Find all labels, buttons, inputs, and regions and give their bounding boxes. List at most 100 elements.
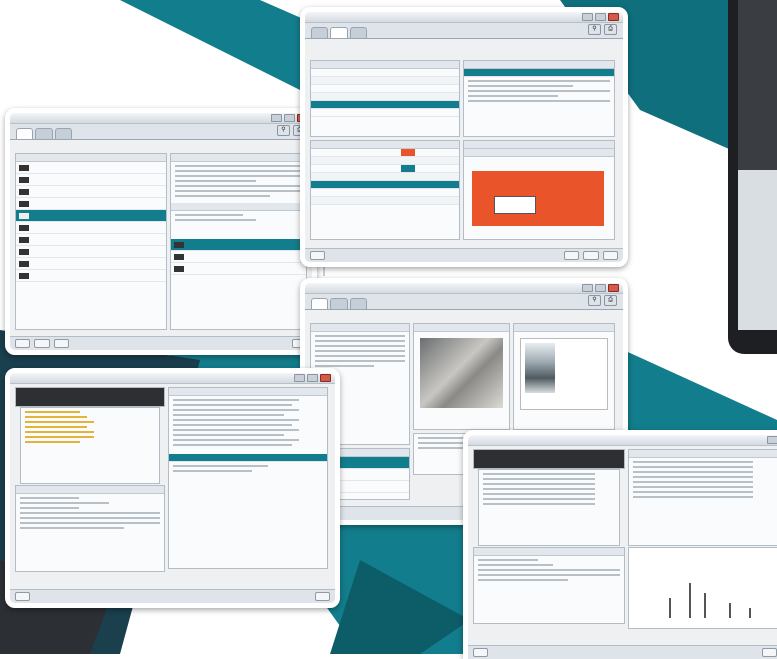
list-item[interactable]	[16, 186, 166, 198]
table-row-selected[interactable]	[464, 69, 614, 77]
table-row[interactable]	[311, 173, 459, 181]
list-item[interactable]	[16, 246, 166, 258]
color-map-panel	[463, 140, 615, 240]
footer-button[interactable]	[314, 592, 330, 601]
table-row[interactable]	[311, 85, 459, 93]
titlebar	[10, 373, 335, 384]
monitor-frame	[728, 0, 777, 354]
search-icon[interactable]: ⚲	[588, 24, 601, 35]
tab-2[interactable]	[330, 298, 348, 309]
titlebar	[10, 113, 312, 124]
rock-photo	[420, 338, 503, 408]
table-row[interactable]	[311, 149, 459, 157]
list-item[interactable]	[171, 263, 306, 275]
color-map	[472, 171, 604, 226]
search-icon[interactable]: ⚲	[277, 125, 290, 136]
tab-2[interactable]	[330, 27, 348, 38]
list-item-selected[interactable]	[171, 239, 306, 251]
maximize-icon[interactable]	[595, 13, 606, 21]
footer-button[interactable]	[602, 251, 618, 260]
screenshot-window-1: ⚲⎙	[5, 108, 317, 355]
chart-bar	[669, 598, 671, 618]
list-item[interactable]	[16, 174, 166, 186]
tab-1[interactable]	[311, 298, 329, 309]
footer-button[interactable]	[583, 251, 599, 260]
table-row[interactable]	[311, 109, 459, 117]
list-item[interactable]	[16, 270, 166, 282]
footer-button[interactable]	[34, 339, 50, 348]
maximize-icon[interactable]	[284, 114, 295, 122]
table-row[interactable]	[311, 77, 459, 85]
screenshot-window-5	[463, 430, 777, 659]
table-row[interactable]	[311, 69, 459, 77]
list-item[interactable]	[16, 234, 166, 246]
list-item[interactable]	[16, 162, 166, 174]
print-icon[interactable]: ⎙	[604, 295, 617, 306]
dark-toolbar	[15, 387, 165, 407]
screenshot-window-2: ⚲ ⎙	[300, 7, 628, 267]
table-panel	[310, 60, 460, 137]
footer-bar	[10, 336, 312, 350]
close-icon[interactable]	[608, 13, 619, 21]
panel-header	[16, 154, 166, 162]
table-row[interactable]	[311, 189, 459, 197]
table-row-selected[interactable]	[169, 454, 327, 462]
minimize-icon[interactable]	[271, 114, 282, 122]
screenshot-window-4	[5, 368, 340, 608]
footer-button[interactable]	[473, 648, 489, 657]
close-icon[interactable]	[608, 284, 619, 292]
stats-panel	[168, 387, 328, 569]
tab-1[interactable]	[311, 27, 329, 38]
titlebar	[305, 12, 623, 23]
search-icon[interactable]: ⚲	[588, 295, 601, 306]
form-panel	[473, 547, 625, 624]
tab-3[interactable]	[349, 27, 368, 38]
table-panel	[628, 449, 777, 546]
chart-bar	[704, 593, 706, 618]
list-item[interactable]	[16, 258, 166, 270]
table-panel-2	[310, 140, 460, 240]
tab-3[interactable]	[349, 298, 368, 309]
minimize-icon[interactable]	[582, 13, 593, 21]
tab-bar	[305, 294, 623, 310]
chart-bar	[689, 583, 691, 618]
minimize-icon[interactable]	[294, 374, 305, 382]
tab-bar	[10, 124, 312, 140]
monitor-screen-header	[738, 0, 777, 170]
maximize-icon[interactable]	[307, 374, 318, 382]
list-item[interactable]	[16, 222, 166, 234]
footer-bar	[10, 589, 335, 603]
minimize-icon[interactable]	[767, 436, 777, 444]
list-item[interactable]	[16, 198, 166, 210]
form-panel	[15, 485, 165, 572]
footer-button[interactable]	[15, 339, 31, 348]
detail-panel	[463, 60, 615, 137]
footer-button[interactable]	[310, 251, 326, 260]
chart-bar	[729, 603, 731, 618]
table-row-selected[interactable]	[311, 181, 459, 189]
footer-button[interactable]	[15, 592, 31, 601]
panel-header	[171, 154, 306, 162]
list-item[interactable]	[171, 251, 306, 263]
footer-bar	[305, 248, 623, 262]
maximize-icon[interactable]	[595, 284, 606, 292]
titlebar	[305, 283, 623, 294]
detail-panel	[170, 153, 307, 330]
tab-3[interactable]	[54, 128, 73, 139]
list-panel	[15, 153, 167, 330]
close-icon[interactable]	[320, 374, 331, 382]
print-icon[interactable]: ⎙	[604, 24, 617, 35]
tab-1[interactable]	[16, 128, 34, 139]
table-row-selected[interactable]	[311, 101, 459, 109]
tab-2[interactable]	[35, 128, 53, 139]
table-row[interactable]	[311, 157, 459, 165]
footer-button[interactable]	[563, 251, 580, 260]
table-row[interactable]	[311, 197, 459, 205]
table-row[interactable]	[311, 165, 459, 173]
footer-button[interactable]	[761, 648, 777, 657]
file-list	[478, 469, 620, 546]
minimize-icon[interactable]	[582, 284, 593, 292]
footer-button[interactable]	[53, 339, 70, 348]
table-row[interactable]	[311, 93, 459, 101]
list-item-selected[interactable]	[16, 210, 166, 222]
